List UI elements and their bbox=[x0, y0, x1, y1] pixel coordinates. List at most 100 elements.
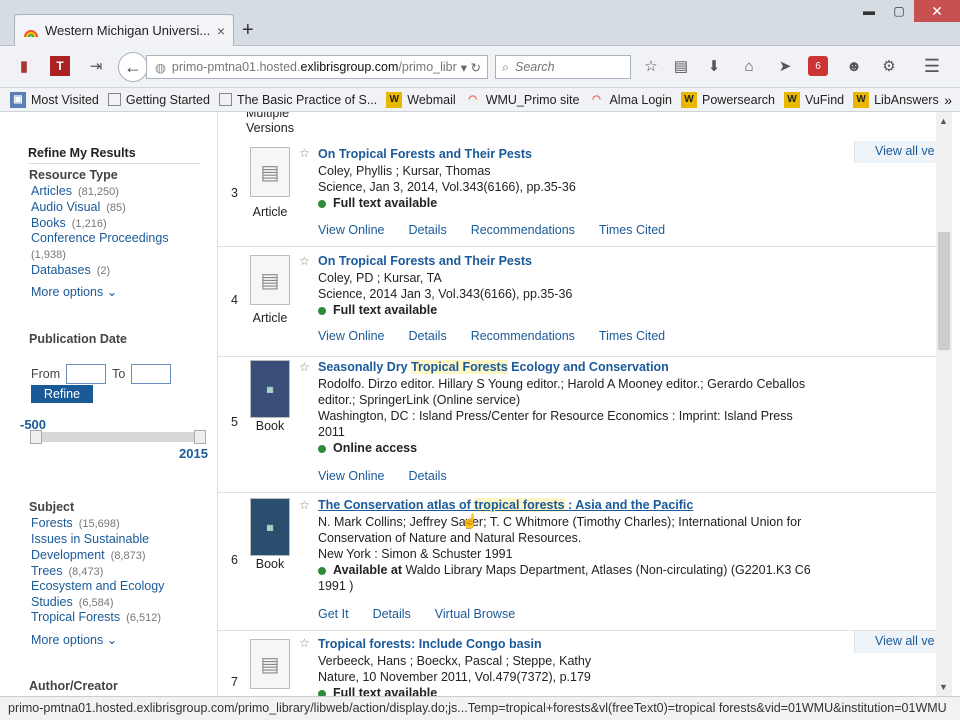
bookmark-wmu-primo[interactable]: ◠ WMU_Primo site bbox=[465, 92, 579, 108]
bookmark-getting-started[interactable]: Getting Started bbox=[107, 93, 210, 107]
resource-type-more-options[interactable]: More options ⌄ bbox=[31, 284, 117, 299]
tab-view-online[interactable]: View Online bbox=[318, 223, 384, 237]
minimize-icon[interactable]: ▬ bbox=[854, 0, 884, 22]
scroll-thumb[interactable] bbox=[938, 232, 950, 350]
facet-articles[interactable]: Articles (81,250) bbox=[31, 183, 119, 200]
menu-icon[interactable]: ☰ bbox=[922, 56, 942, 76]
facet-count: (8,473) bbox=[68, 566, 104, 578]
article-thumbnail-icon[interactable]: ▤ bbox=[250, 639, 290, 689]
availability-text: Full text available bbox=[333, 196, 438, 210]
article-thumbnail-icon[interactable]: ▤ bbox=[250, 147, 290, 197]
result-title[interactable]: On Tropical Forests and Their Pests bbox=[318, 147, 532, 161]
article-thumbnail-icon[interactable]: ▤ bbox=[250, 255, 290, 305]
scroll-down-icon[interactable]: ▼ bbox=[939, 682, 948, 692]
bookmark-most-visited[interactable]: ▣ Most Visited bbox=[10, 91, 99, 108]
tab-recommendations[interactable]: Recommendations bbox=[471, 329, 575, 343]
slider-max-handle[interactable] bbox=[194, 430, 206, 444]
facet-conference-proceedings[interactable]: Conference Proceedings (1,938) bbox=[31, 230, 191, 263]
close-window-icon[interactable]: ✕ bbox=[914, 0, 960, 22]
bookmark-libanswers[interactable]: W LibAnswers bbox=[853, 91, 939, 108]
search-input[interactable]: ⌕ Search bbox=[495, 55, 631, 79]
reading-list-icon[interactable]: ▤ bbox=[671, 56, 691, 76]
reload-icon[interactable]: ▾ ↻ bbox=[461, 60, 481, 75]
add-to-eshelf-star-icon[interactable]: ☆ bbox=[299, 254, 310, 268]
bookmark-star-icon[interactable]: ☆ bbox=[641, 56, 661, 76]
export-icon[interactable]: ⇥ bbox=[86, 56, 106, 76]
from-year-input[interactable] bbox=[66, 364, 107, 384]
home-icon[interactable]: ⌂ bbox=[739, 56, 759, 76]
tab-times-cited[interactable]: Times Cited bbox=[599, 329, 665, 343]
add-to-eshelf-star-icon[interactable]: ☆ bbox=[299, 636, 310, 650]
bookmark-basic-practice[interactable]: The Basic Practice of S... bbox=[218, 93, 377, 107]
add-to-eshelf-star-icon[interactable]: ☆ bbox=[299, 498, 310, 512]
send-icon[interactable]: ➤ bbox=[775, 56, 795, 76]
bookmarks-bar: ▣ Most Visited Getting Started The Basic … bbox=[0, 88, 960, 112]
refine-sidebar: Multiple Versions Refine My Results Reso… bbox=[8, 112, 294, 696]
tab-details[interactable]: Details bbox=[408, 469, 446, 483]
url-bar[interactable]: ◍ primo-pmtna01.hosted. exlibrisgroup.com… bbox=[146, 55, 488, 79]
tab-recommendations[interactable]: Recommendations bbox=[471, 223, 575, 237]
view-all-versions-link[interactable]: View all ve bbox=[854, 631, 936, 653]
url-suffix: /primo_libr bbox=[398, 60, 457, 74]
facet-ecosystem-ecology[interactable]: Ecosystem and Ecology Studies (6,584) bbox=[31, 578, 181, 611]
tab-details[interactable]: Details bbox=[408, 223, 446, 237]
scroll-up-icon[interactable]: ▲ bbox=[939, 116, 948, 126]
date-slider[interactable] bbox=[30, 430, 206, 444]
addon-gear-icon[interactable]: ⚙ bbox=[879, 56, 899, 76]
add-to-eshelf-star-icon[interactable]: ☆ bbox=[299, 360, 310, 374]
bookmark-webmail[interactable]: W Webmail bbox=[386, 91, 456, 108]
chat-icon[interactable]: ☻ bbox=[844, 56, 864, 76]
window-controls: ▬ ▢ ✕ bbox=[854, 0, 960, 24]
facet-issues-sustainable-development[interactable]: Issues in Sustainable Development (8,873) bbox=[31, 531, 181, 564]
tab-view-online[interactable]: View Online bbox=[318, 329, 384, 343]
result-source: Science, 2014 Jan 3, Vol.343(6166), pp.3… bbox=[318, 287, 573, 301]
bookmark-powersearch[interactable]: W Powersearch bbox=[681, 91, 775, 108]
to-year-input[interactable] bbox=[131, 364, 172, 384]
result-title[interactable]: The Conservation atlas of tropical fores… bbox=[318, 498, 693, 512]
availability-text: Full text available bbox=[333, 303, 438, 317]
tab-times-cited[interactable]: Times Cited bbox=[599, 223, 665, 237]
facet-databases[interactable]: Databases (2) bbox=[31, 262, 110, 279]
facet-label: Databases bbox=[31, 263, 91, 277]
tab-virtual-browse[interactable]: Virtual Browse bbox=[435, 607, 515, 621]
notification-badge-icon[interactable]: 6 bbox=[808, 56, 828, 76]
tab-close-icon[interactable]: × bbox=[217, 23, 225, 39]
result-title[interactable]: Seasonally Dry Tropical Forests Ecology … bbox=[318, 360, 669, 374]
book-cover-icon[interactable]: ▦ bbox=[250, 498, 290, 556]
facet-count: (81,250) bbox=[77, 186, 119, 198]
result-source: Science, Jan 3, 2014, Vol.343(6166), pp.… bbox=[318, 180, 576, 194]
tab-details[interactable]: Details bbox=[373, 607, 411, 621]
available-dot-icon bbox=[318, 306, 326, 315]
refine-button[interactable]: Refine bbox=[31, 385, 93, 403]
subject-more-options[interactable]: More options ⌄ bbox=[31, 632, 117, 647]
tab-view-online[interactable]: View Online bbox=[318, 469, 384, 483]
facet-label: Books bbox=[31, 216, 66, 230]
tab-details[interactable]: Details bbox=[408, 329, 446, 343]
download-icon[interactable]: ⬇ bbox=[704, 56, 724, 76]
slider-min-handle[interactable] bbox=[30, 430, 42, 444]
book-addon-icon[interactable]: ▮ bbox=[14, 56, 34, 76]
bookmark-vufind[interactable]: W VuFind bbox=[783, 91, 844, 108]
vertical-scrollbar[interactable]: ▲ ▼ bbox=[936, 112, 952, 696]
result-number: 6 bbox=[231, 553, 238, 567]
t-addon-icon[interactable]: T bbox=[50, 56, 70, 76]
result-title[interactable]: On Tropical Forests and Their Pests bbox=[318, 254, 532, 268]
status-bar: primo-pmtna01.hosted.exlibrisgroup.com/p… bbox=[0, 696, 960, 720]
facet-forests[interactable]: Forests (15,698) bbox=[31, 515, 120, 532]
facet-label: Articles bbox=[31, 184, 72, 198]
bookmark-label: LibAnswers bbox=[874, 92, 939, 107]
facet-tropical-forests[interactable]: Tropical Forests (6,512) bbox=[31, 609, 161, 626]
add-to-eshelf-star-icon[interactable]: ☆ bbox=[299, 146, 310, 160]
view-all-versions-link[interactable]: View all ve bbox=[854, 141, 936, 163]
tab-get-it[interactable]: Get It bbox=[318, 607, 349, 621]
back-button[interactable]: ← bbox=[118, 52, 148, 82]
book-cover-icon[interactable]: ▦ bbox=[250, 360, 290, 418]
maximize-icon[interactable]: ▢ bbox=[884, 0, 914, 22]
bookmarks-overflow-icon[interactable]: » bbox=[944, 92, 952, 108]
result-source: New York : Simon & Schuster 1991 bbox=[318, 547, 513, 561]
result-title[interactable]: Tropical forests: Include Congo basin bbox=[318, 637, 542, 651]
facet-audio-visual[interactable]: Audio Visual (85) bbox=[31, 199, 126, 216]
new-tab-button[interactable]: + bbox=[242, 20, 254, 40]
tab-western-michigan[interactable]: Western Michigan Universi... × bbox=[14, 14, 234, 46]
bookmark-alma-login[interactable]: ◠ Alma Login bbox=[588, 92, 672, 108]
